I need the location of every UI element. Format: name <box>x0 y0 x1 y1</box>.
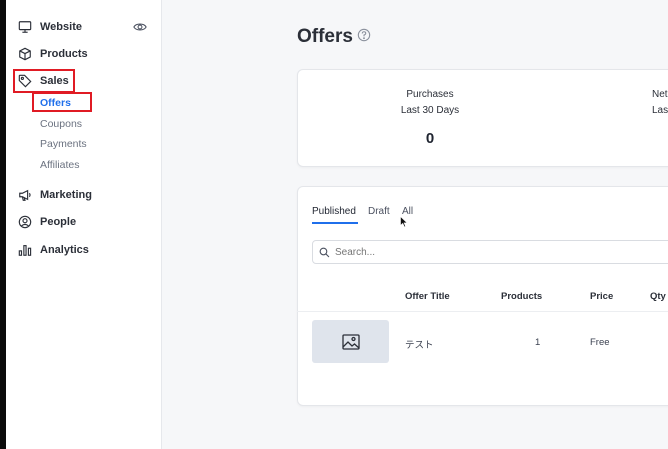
offer-title-cell[interactable]: テスト <box>405 337 434 351</box>
sidebar-item-people[interactable]: People <box>18 212 76 232</box>
sidebar-item-sales[interactable]: Sales <box>18 71 69 91</box>
tab-published[interactable]: Published <box>312 206 356 217</box>
offer-products-cell: 1 <box>535 337 541 348</box>
search-input[interactable] <box>335 246 655 258</box>
megaphone-icon <box>19 189 31 201</box>
stat-net-period: Last <box>652 105 668 116</box>
mouse-cursor-icon <box>400 216 408 228</box>
offer-price-cell: Free <box>590 337 610 348</box>
offer-thumbnail[interactable] <box>312 320 389 363</box>
stat-purchases-label: Purchases <box>406 89 454 100</box>
box-icon <box>19 47 31 61</box>
stat-net-label: Net <box>652 89 668 100</box>
active-tab-indicator <box>312 222 358 224</box>
eye-icon[interactable] <box>133 20 147 34</box>
column-header-qty[interactable]: Qty <box>650 291 666 302</box>
sidebar-subitem-affiliates[interactable]: Affiliates <box>40 159 80 171</box>
monitor-icon <box>18 21 32 33</box>
sidebar-subitem-payments[interactable]: Payments <box>40 138 87 150</box>
sidebar-subitem-offers[interactable]: Offers <box>40 97 71 109</box>
column-header-offer-title[interactable]: Offer Title <box>405 291 450 302</box>
search-icon <box>319 247 330 257</box>
sidebar-item-marketing[interactable]: Marketing <box>18 185 92 205</box>
stat-purchases-period: Last 30 Days <box>400 105 460 116</box>
main-content: Offers Purchases Last 30 Days 0 Net Last… <box>162 0 668 449</box>
sidebar-item-analytics[interactable]: Analytics <box>18 240 89 260</box>
sidebar-subitem-coupons[interactable]: Coupons <box>40 118 82 130</box>
image-icon <box>341 333 360 350</box>
sidebar-item-label: Website <box>40 21 82 33</box>
person-icon <box>18 215 32 229</box>
sidebar-item-label: Products <box>40 48 88 60</box>
column-header-products[interactable]: Products <box>501 291 542 302</box>
sidebar-item-label: Sales <box>40 75 69 87</box>
stats-card: Purchases Last 30 Days 0 Net Last <box>297 69 668 167</box>
sidebar: Website Products Sales Offers Coupons Pa… <box>6 0 162 449</box>
bar-chart-icon <box>18 245 32 256</box>
column-header-price[interactable]: Price <box>590 291 613 302</box>
sidebar-item-products[interactable]: Products <box>18 44 88 64</box>
tab-draft[interactable]: Draft <box>368 206 390 217</box>
sidebar-item-website[interactable]: Website <box>18 17 82 37</box>
sidebar-item-label: Marketing <box>40 189 92 201</box>
tag-icon <box>18 74 32 88</box>
help-circle-icon[interactable] <box>357 28 371 42</box>
table-header-divider <box>297 311 668 312</box>
sidebar-item-label: People <box>40 216 77 228</box>
search-box[interactable] <box>312 240 668 264</box>
sidebar-item-label: Analytics <box>40 244 89 256</box>
stat-purchases-value: 0 <box>425 130 435 147</box>
page-title: Offers <box>297 26 353 47</box>
